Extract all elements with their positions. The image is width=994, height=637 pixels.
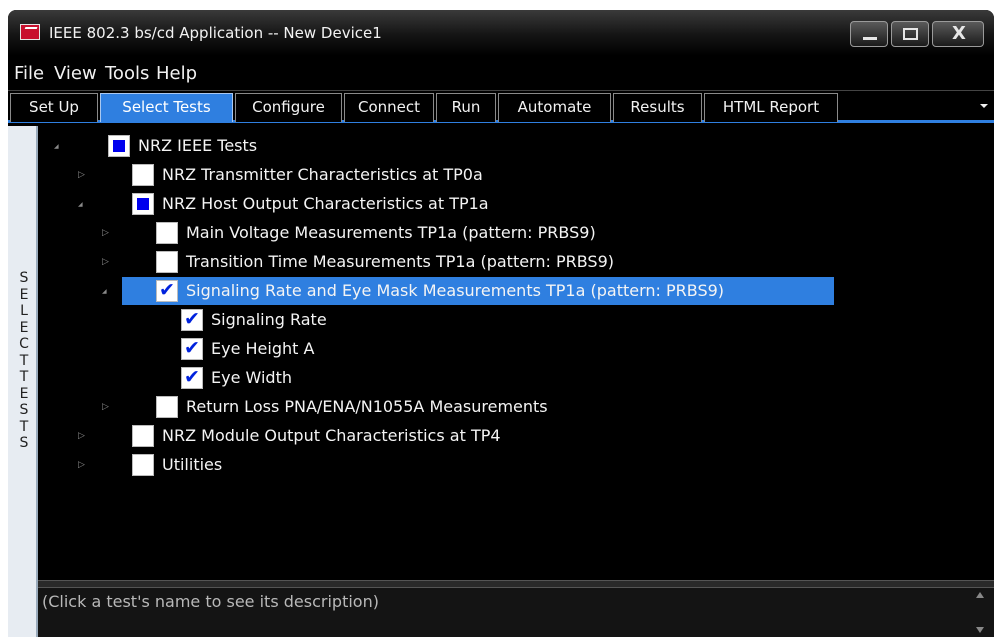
tab-html-report[interactable]: HTML Report	[704, 93, 838, 122]
tree-row[interactable]: Main Voltage Measurements TP1a (pattern:…	[38, 219, 938, 248]
tab-overflow-chevron-icon[interactable]	[980, 104, 988, 108]
scroll-up-icon[interactable]	[976, 592, 984, 598]
expand-toggle-icon[interactable]	[102, 227, 114, 239]
menu-file[interactable]: File	[14, 63, 44, 84]
app-window: IEEE 802.3 bs/cd Application -- New Devi…	[8, 10, 994, 637]
tree-row[interactable]: NRZ Host Output Characteristics at TP1a	[38, 190, 938, 219]
minimize-icon	[863, 37, 877, 40]
tab-results[interactable]: Results	[613, 93, 702, 122]
tree-row[interactable]: NRZ IEEE Tests	[38, 132, 938, 161]
expand-toggle-icon[interactable]	[102, 401, 114, 413]
tab-automate[interactable]: Automate	[498, 93, 611, 122]
tree-row[interactable]: Eye Width	[38, 364, 938, 393]
expand-toggle-icon[interactable]	[78, 169, 90, 181]
tree-item-label[interactable]: Utilities	[162, 455, 222, 474]
tree-item-label[interactable]: Return Loss PNA/ENA/N1055A Measurements	[186, 397, 548, 416]
side-rail-label: SELECT TESTS	[19, 270, 29, 451]
expand-toggle-icon[interactable]	[78, 430, 90, 442]
tree-checkbox[interactable]	[156, 396, 178, 418]
expand-toggle-icon[interactable]	[102, 285, 114, 297]
menu-help[interactable]: Help	[156, 63, 197, 84]
tab-connect[interactable]: Connect	[344, 93, 434, 122]
tree-checkbox[interactable]	[181, 366, 203, 389]
tree-checkbox[interactable]	[156, 251, 178, 273]
tree-row[interactable]: Signaling Rate	[38, 306, 938, 335]
pane-splitter[interactable]	[38, 580, 994, 588]
tree-checkbox[interactable]	[181, 337, 203, 360]
tree-checkbox[interactable]	[181, 308, 203, 331]
expand-toggle-icon[interactable]	[78, 459, 90, 471]
app-logo-icon	[20, 24, 40, 40]
tree-checkbox[interactable]	[108, 135, 130, 157]
tree-checkbox[interactable]	[132, 454, 154, 476]
tree-checkbox[interactable]	[156, 279, 178, 302]
tree-item-label[interactable]: Transition Time Measurements TP1a (patte…	[186, 252, 614, 271]
tab-select-tests[interactable]: Select Tests	[100, 93, 233, 122]
expand-toggle-icon[interactable]	[78, 198, 90, 210]
tree-row-selected[interactable]: Signaling Rate and Eye Mask Measurements…	[38, 277, 938, 306]
tree-checkbox[interactable]	[132, 425, 154, 447]
tree-row[interactable]: NRZ Transmitter Characteristics at TP0a	[38, 161, 938, 190]
tree-row[interactable]: Transition Time Measurements TP1a (patte…	[38, 248, 938, 277]
close-icon: X	[952, 23, 966, 44]
tab-configure[interactable]: Configure	[235, 93, 342, 122]
expand-toggle-icon[interactable]	[102, 256, 114, 268]
menu-bar: File View Tools Help	[8, 58, 994, 88]
tab-set-up[interactable]: Set Up	[10, 93, 98, 122]
tree-item-label[interactable]: Main Voltage Measurements TP1a (pattern:…	[186, 223, 596, 242]
menu-tools[interactable]: Tools	[105, 63, 149, 84]
description-pane: (Click a test's name to see its descript…	[38, 588, 994, 637]
tree-item-label[interactable]: NRZ Module Output Characteristics at TP4	[162, 426, 501, 445]
tree-item-label[interactable]: Signaling Rate	[211, 310, 327, 329]
tab-run[interactable]: Run	[436, 93, 496, 122]
tree-row[interactable]: Utilities	[38, 451, 938, 480]
maximize-icon	[903, 28, 918, 40]
tree-item-label[interactable]: NRZ IEEE Tests	[138, 136, 257, 155]
expand-toggle-icon[interactable]	[54, 140, 66, 152]
tree-row[interactable]: Return Loss PNA/ENA/N1055A Measurements	[38, 393, 938, 422]
menu-view[interactable]: View	[54, 63, 97, 84]
minimize-button[interactable]	[850, 21, 888, 47]
title-bar[interactable]: IEEE 802.3 bs/cd Application -- New Devi…	[8, 10, 994, 56]
tree-item-label[interactable]: Signaling Rate and Eye Mask Measurements…	[186, 281, 724, 300]
tree-item-label[interactable]: Eye Width	[211, 368, 292, 387]
tree-checkbox[interactable]	[132, 164, 154, 186]
close-button[interactable]: X	[932, 21, 984, 47]
scroll-down-icon[interactable]	[976, 627, 984, 633]
test-tree: NRZ IEEE Tests NRZ Transmitter Character…	[38, 126, 994, 580]
tree-row[interactable]: NRZ Module Output Characteristics at TP4	[38, 422, 938, 451]
tab-bar: Set Up Select Tests Configure Connect Ru…	[8, 90, 994, 123]
maximize-button[interactable]	[891, 21, 929, 47]
tree-checkbox[interactable]	[156, 222, 178, 244]
tree-item-label[interactable]: Eye Height A	[211, 339, 314, 358]
description-text: (Click a test's name to see its descript…	[42, 592, 379, 611]
tree-row[interactable]: Eye Height A	[38, 335, 938, 364]
window-title: IEEE 802.3 bs/cd Application -- New Devi…	[49, 24, 382, 42]
side-rail: SELECT TESTS	[8, 126, 38, 637]
tree-item-label[interactable]: NRZ Host Output Characteristics at TP1a	[162, 194, 489, 213]
tree-checkbox[interactable]	[132, 193, 154, 215]
tree-item-label[interactable]: NRZ Transmitter Characteristics at TP0a	[162, 165, 483, 184]
